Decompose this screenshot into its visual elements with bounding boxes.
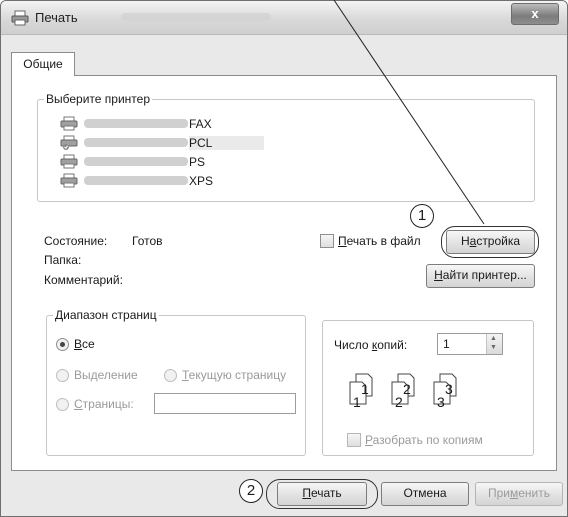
callout-leader-line xyxy=(333,0,485,225)
tab-general[interactable]: Общие xyxy=(11,52,75,76)
leader-line xyxy=(333,0,485,225)
